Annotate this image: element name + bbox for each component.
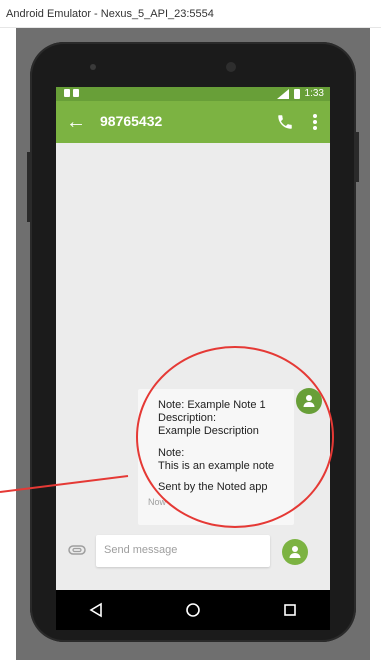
nav-back-icon[interactable] xyxy=(86,600,106,620)
navigation-bar xyxy=(56,590,330,630)
status-time: 1:33 xyxy=(304,88,324,99)
message-input-placeholder: Send message xyxy=(104,544,178,556)
nav-recents-icon[interactable] xyxy=(280,600,300,620)
front-camera xyxy=(226,62,236,72)
notification-icon xyxy=(64,89,70,97)
phone-icon[interactable] xyxy=(276,113,294,131)
side-button-left xyxy=(27,152,30,222)
window-title: Android Emulator - Nexus_5_API_23:5554 xyxy=(0,0,381,28)
notification-icon xyxy=(73,89,79,97)
compose-bar: Send message xyxy=(56,527,330,590)
back-arrow-icon[interactable]: ← xyxy=(66,111,86,133)
battery-icon xyxy=(293,88,300,99)
status-notification-icons xyxy=(64,89,80,99)
status-bar: 1:33 xyxy=(56,87,330,101)
attachment-icon[interactable] xyxy=(68,545,86,555)
person-icon xyxy=(289,546,301,558)
conversation-title: 98765432 xyxy=(100,113,163,129)
send-button[interactable] xyxy=(282,539,308,565)
nav-home-icon[interactable] xyxy=(183,600,203,620)
app-bar: ← 98765432 xyxy=(56,101,330,143)
status-right: 1:33 xyxy=(276,88,324,99)
signal-icon xyxy=(276,88,289,99)
speaker-dot xyxy=(90,64,96,70)
overflow-menu-icon[interactable] xyxy=(310,111,320,133)
side-button-right xyxy=(356,132,359,182)
phone-body: 1:33 ← 98765432 Note: Example Note 1 Des… xyxy=(27,42,359,642)
annotation-circle xyxy=(136,346,334,528)
message-input[interactable]: Send message xyxy=(96,535,270,567)
